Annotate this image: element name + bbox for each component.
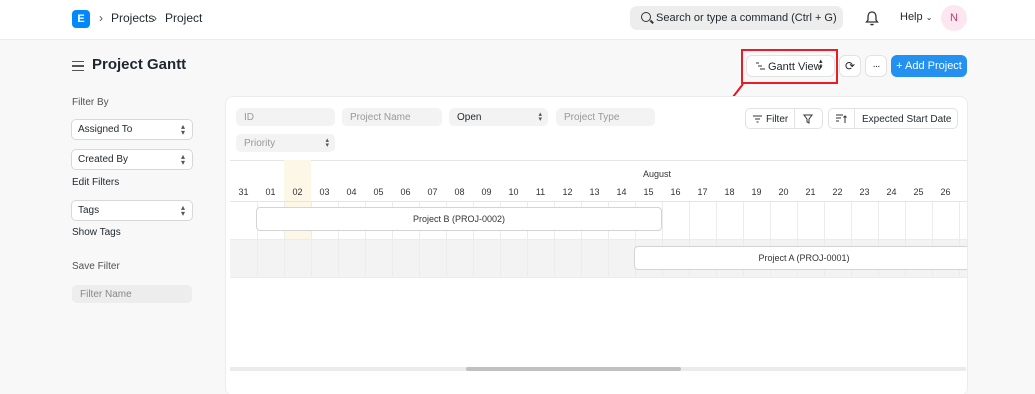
chevron-right-icon: › [99,11,103,25]
day-label: 20 [778,187,789,197]
navbar: E › Projects › Project Help ⌄ N [0,0,1035,40]
day-label: 24 [886,187,897,197]
day-label: 10 [508,187,519,197]
day-label: 02 [292,187,303,197]
day-label: 14 [616,187,627,197]
status-filter-select[interactable]: Open ▴ ▾ [449,108,548,126]
chevron-down-icon: ⌄ [925,13,933,22]
chevron-updown-icon: ▴ ▾ [180,122,185,137]
search-input[interactable] [656,6,841,30]
day-label: 13 [589,187,600,197]
created-by-select[interactable]: Created By ▴ ▾ [71,149,193,170]
main-card: Open ▴▾ Priority ▴▾ Filter Expected Star… [225,96,968,394]
day-label: 11 [535,187,546,197]
day-label: 12 [562,187,573,197]
day-label: 23 [859,187,870,197]
add-project-button[interactable]: + Add Project [891,55,967,77]
filter-lines-icon [753,115,762,126]
edit-filters-link[interactable]: Edit Filters [72,177,119,188]
divider [854,109,855,128]
day-label: 18 [724,187,735,197]
day-label: 31 [238,187,249,197]
filter-name-input[interactable] [72,285,192,303]
breadcrumb-project[interactable]: Project [165,11,202,25]
divider [230,201,967,202]
month-label: August [643,169,672,179]
breadcrumb-projects[interactable]: Projects [111,11,154,25]
assigned-to-select[interactable]: Assigned To ▴ ▾ [71,119,193,140]
chevron-updown-icon: ▴ ▾ [180,152,185,167]
app-logo[interactable]: E [72,10,90,28]
day-label: 16 [670,187,681,197]
tags-select[interactable]: Tags ▴ ▾ [71,200,193,221]
day-label: 21 [805,187,816,197]
page-title: Project Gantt [92,56,187,73]
day-label: 04 [346,187,357,197]
gantt-bar[interactable]: Project A (PROJ-0001) [634,246,967,270]
sort-order-icon[interactable] [836,114,847,127]
day-label: 15 [643,187,654,197]
chevron-right-icon: › [153,11,157,25]
day-label: 08 [454,187,465,197]
day-label: 26 [940,187,951,197]
filter-button[interactable]: Filter [745,108,823,129]
more-icon: ··· [872,60,881,72]
scrollbar-thumb[interactable] [466,367,681,371]
search-box[interactable] [630,6,843,30]
day-label: 07 [427,187,438,197]
divider [230,277,967,278]
save-filter-label: Save Filter [72,261,120,272]
avatar[interactable]: N [941,5,967,31]
show-tags-link[interactable]: Show Tags [72,227,121,238]
refresh-button[interactable]: ⟳ [839,55,861,77]
chevron-updown-icon: ▴ ▾ [538,111,542,123]
day-label: 25 [913,187,924,197]
divider [230,239,967,240]
day-label: 19 [751,187,762,197]
divider [230,160,967,161]
more-button[interactable]: ··· [865,55,887,77]
refresh-icon: ⟳ [844,59,856,73]
gantt-chart: August 31 01 02 03 04 05 06 07 08 09 10 11 12 13 14 15 1… [230,160,967,385]
divider [794,109,795,128]
chevron-updown-icon: ▴ ▾ [180,203,185,218]
day-label: 05 [373,187,384,197]
gantt-bar[interactable]: Project B (PROJ-0002) [256,207,662,231]
hamburger-icon[interactable] [72,61,84,71]
day-label: 01 [265,187,276,197]
sort-button[interactable]: Expected Start Date [828,108,958,129]
chevron-updown-icon: ▴ ▾ [325,137,329,149]
project-type-filter-input[interactable] [556,108,655,126]
day-label: 03 [319,187,330,197]
project-name-filter-input[interactable] [342,108,442,126]
priority-filter-select[interactable]: Priority ▴ ▾ [236,134,335,152]
search-icon [641,12,651,22]
day-label: 06 [400,187,411,197]
funnel-icon[interactable] [803,114,813,127]
highlight-box [741,49,838,84]
filter-by-label: Filter By [72,97,109,108]
day-label: 22 [832,187,843,197]
help-menu[interactable]: Help ⌄ [900,11,932,23]
day-label: 09 [481,187,492,197]
id-filter-input[interactable] [236,108,335,126]
bell-icon[interactable] [864,10,880,27]
day-label: 17 [697,187,708,197]
